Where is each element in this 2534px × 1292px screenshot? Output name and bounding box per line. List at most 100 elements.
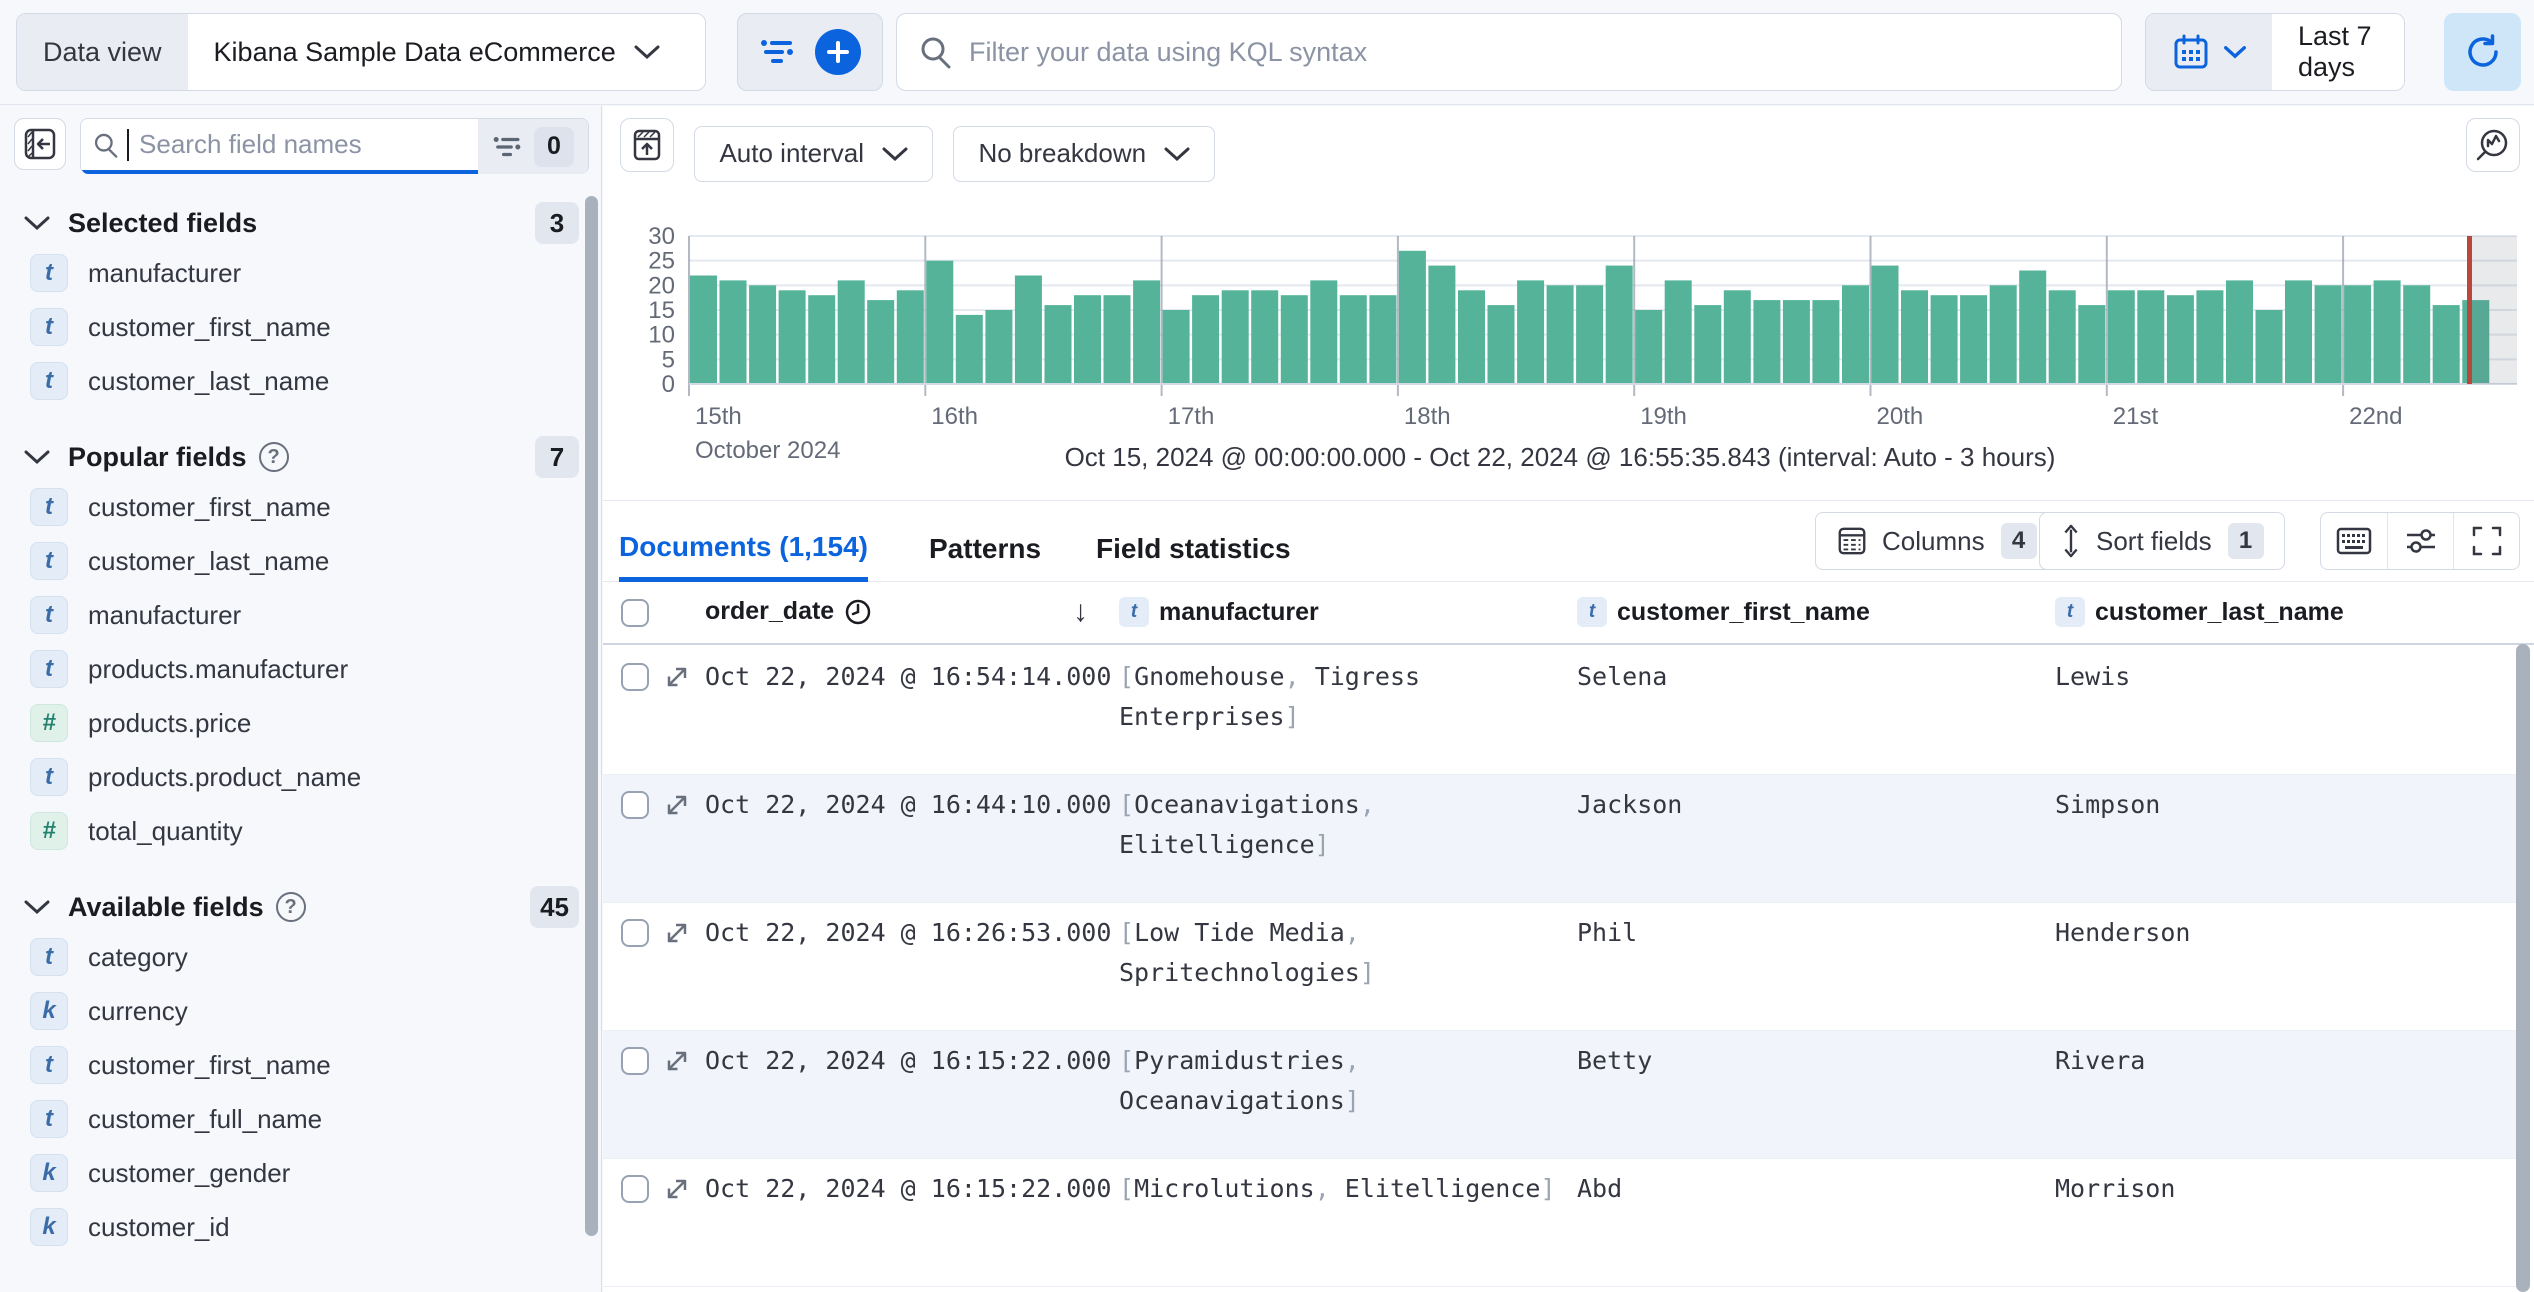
refresh-button[interactable] [2444, 13, 2521, 91]
sort-fields-button[interactable]: Sort fields 1 [2039, 512, 2285, 570]
table-scrollbar[interactable] [2516, 644, 2530, 1292]
row-checkbox[interactable] [621, 919, 649, 947]
table-row[interactable]: Oct 22, 2024 @ 16:26:53.000 [Low Tide Me… [603, 903, 2520, 1031]
column-header-customer-first-name[interactable]: t customer_first_name [1577, 597, 1870, 627]
field-item[interactable]: t customer_first_name [0, 480, 601, 534]
section-title: Selected fields [68, 207, 258, 238]
select-all-checkbox[interactable] [621, 599, 649, 627]
field-item[interactable]: t manufacturer [0, 246, 601, 300]
column-header-manufacturer[interactable]: t manufacturer [1119, 597, 1319, 627]
tab-patterns[interactable]: Patterns [929, 516, 1041, 582]
filter-icon[interactable] [759, 36, 795, 68]
field-item[interactable]: k customer_gender [0, 1146, 601, 1200]
cell-order-date: Oct 22, 2024 @ 16:44:10.000 [705, 790, 1112, 819]
column-header-customer-last-name[interactable]: t customer_last_name [2055, 597, 2344, 627]
table-row[interactable]: Oct 22, 2024 @ 16:15:22.000 [Pyramidustr… [603, 1031, 2520, 1159]
section-header[interactable]: Available fields? 45 [0, 884, 601, 930]
field-item[interactable]: t products.product_name [0, 750, 601, 804]
field-filter-icon [493, 136, 521, 156]
field-item[interactable]: t manufacturer [0, 588, 601, 642]
section-header[interactable]: Popular fields? 7 [0, 434, 601, 480]
row-checkbox[interactable] [621, 1047, 649, 1075]
sidebar-section: Available fields? 45 t category k curren… [0, 884, 601, 1254]
field-item[interactable]: t category [0, 930, 601, 984]
field-type-token: t [30, 758, 68, 796]
svg-text:20: 20 [648, 272, 675, 299]
row-checkbox[interactable] [621, 791, 649, 819]
row-checkbox[interactable] [621, 663, 649, 691]
expand-row-icon[interactable] [663, 1047, 691, 1075]
field-item[interactable]: k currency [0, 984, 601, 1038]
field-search-input[interactable] [139, 129, 466, 160]
svg-text:10: 10 [648, 322, 675, 349]
expand-row-icon[interactable] [663, 791, 691, 819]
add-filter-button[interactable] [815, 29, 862, 75]
expand-row-icon[interactable] [663, 1175, 691, 1203]
field-item[interactable]: # products.price [0, 696, 601, 750]
hide-chart-icon [633, 129, 661, 161]
field-search[interactable] [81, 119, 478, 174]
refresh-icon [2467, 34, 2498, 67]
breakdown-dropdown[interactable]: No breakdown [953, 125, 1216, 182]
explore-in-lens-button[interactable] [2466, 118, 2520, 172]
svg-text:30: 30 [648, 223, 675, 250]
cell-customer-last-name: Lewis [2055, 662, 2131, 691]
table-row[interactable]: Oct 22, 2024 @ 16:54:14.000 [Gnomehouse,… [603, 647, 2520, 775]
field-item[interactable]: t customer_last_name [0, 534, 601, 588]
svg-text:15th: 15th [695, 403, 742, 430]
date-quick-select[interactable] [2146, 14, 2272, 90]
time-range-button[interactable]: Last 7 days [2272, 14, 2404, 90]
field-type-token: t [30, 938, 68, 976]
cell-manufacturer: [Microlutions, Elitelligence] [1119, 1174, 1556, 1203]
table-row[interactable]: Oct 22, 2024 @ 16:15:22.000 [Microlution… [603, 1159, 2520, 1287]
column-header-order-date[interactable]: order_date [705, 597, 872, 626]
field-item[interactable]: t customer_last_name [0, 354, 601, 408]
field-name: products.product_name [88, 761, 362, 792]
cell-manufacturer: [Oceanavigations, Elitelligence] [1119, 790, 1375, 859]
columns-button[interactable]: Columns 4 [1815, 512, 2058, 570]
display-options-button[interactable] [2387, 513, 2453, 569]
field-type-token: t [30, 488, 68, 526]
field-item[interactable]: k customer_id [0, 1200, 601, 1254]
field-item[interactable]: t customer_first_name [0, 300, 601, 354]
section-header[interactable]: Selected fields 3 [0, 200, 601, 246]
tab-documents[interactable]: Documents (1,154) [619, 516, 868, 582]
cell-customer-first-name: Jackson [1577, 790, 1683, 819]
cell-customer-first-name: Abd [1577, 1174, 1623, 1203]
field-item[interactable]: t customer_first_name [0, 1038, 601, 1092]
field-name: products.price [88, 707, 252, 738]
kql-query-input[interactable] [969, 36, 2099, 68]
sidebar-scrollbar[interactable] [585, 196, 598, 1236]
expand-row-icon[interactable] [663, 663, 691, 691]
field-item[interactable]: # total_quantity [0, 804, 601, 858]
cell-customer-first-name: Selena [1577, 662, 1668, 691]
field-type-token: t [30, 1100, 68, 1138]
expand-row-icon[interactable] [663, 919, 691, 947]
field-name: customer_full_name [88, 1103, 323, 1134]
field-type-token: t [30, 650, 68, 688]
section-title: Available fields [68, 891, 264, 922]
histogram-chart[interactable]: 051015202530 15th 16th 17th 18th 19th 20th 21st… [603, 214, 2517, 474]
grid-view-options [2320, 512, 2520, 570]
table-row[interactable]: Oct 22, 2024 @ 16:44:10.000 [Oceanavigat… [603, 775, 2520, 903]
field-item[interactable]: t customer_full_name [0, 1092, 601, 1146]
text-token: t [1119, 597, 1149, 627]
field-filter-controls[interactable]: 0 [478, 119, 588, 174]
fullscreen-button[interactable] [2453, 513, 2519, 569]
kql-query-bar[interactable] [896, 13, 2122, 91]
row-checkbox[interactable] [621, 1175, 649, 1203]
field-name: manufacturer [88, 257, 242, 288]
data-view-picker[interactable]: Data view Kibana Sample Data eCommerce [16, 13, 706, 91]
sort-desc-arrow-icon[interactable]: ↓ [1073, 595, 1088, 629]
field-item[interactable]: t products.manufacturer [0, 642, 601, 696]
chevron-down-icon [24, 216, 50, 231]
table-header: order_date ↓ t manufacturer t customer_f… [603, 583, 2534, 645]
interval-dropdown[interactable]: Auto interval [694, 125, 933, 182]
data-view-value[interactable]: Kibana Sample Data eCommerce [187, 14, 705, 90]
keyboard-shortcuts-button[interactable] [2321, 513, 2387, 569]
collapse-sidebar-button[interactable] [14, 118, 66, 170]
field-filter-count: 0 [534, 126, 574, 167]
hide-chart-button[interactable] [620, 118, 674, 172]
tab-field-statistics[interactable]: Field statistics [1096, 516, 1291, 582]
text-token: t [1577, 597, 1607, 627]
